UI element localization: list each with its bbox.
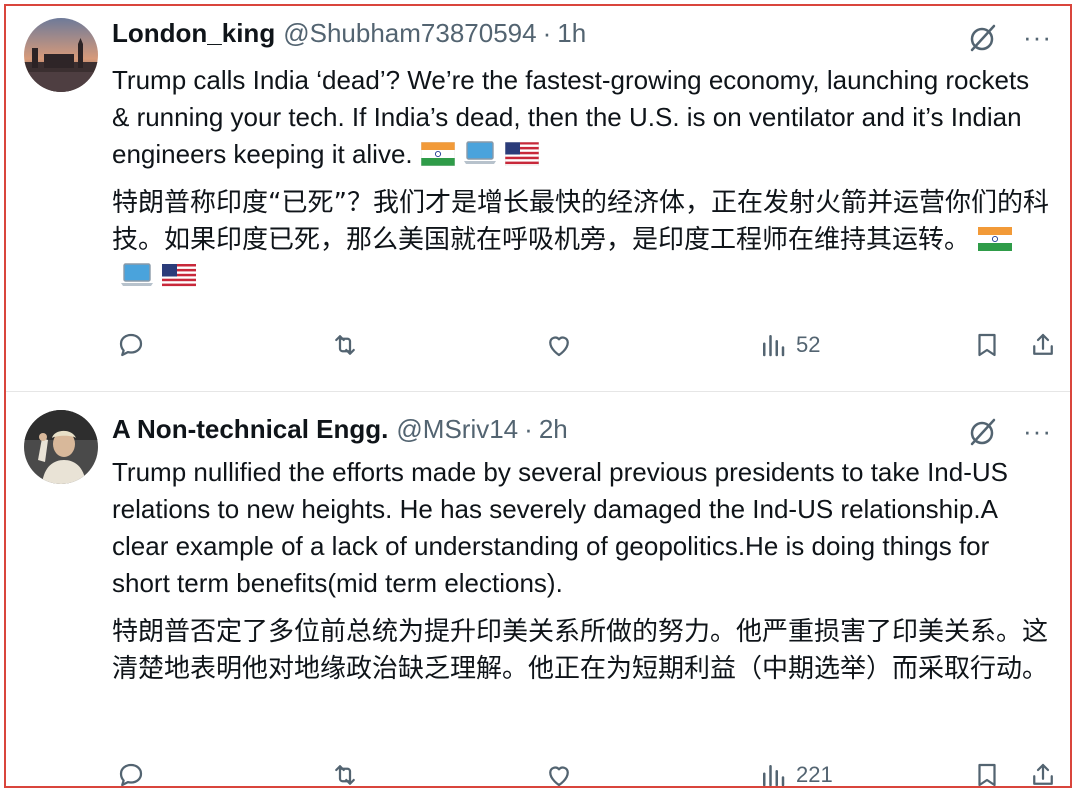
flag-us-icon (162, 264, 196, 288)
bookmark-button[interactable] (972, 330, 1002, 360)
heart-icon (549, 766, 569, 786)
user-handle[interactable]: @MSriv14 (396, 414, 518, 445)
reply-button[interactable] (116, 760, 146, 786)
tweet-body: Trump calls India ‘dead’? We’re the fast… (112, 62, 1052, 296)
like-button[interactable] (544, 760, 574, 786)
more-options-icon[interactable]: ··· (1023, 418, 1052, 444)
tweet-text-translated: 特朗普称印度“已死”？我们才是增长最快的经济体，正在发射火箭并运营你们的科技。如… (112, 188, 1049, 255)
display-name[interactable]: A Non-technical Engg. (112, 414, 388, 445)
tweet-text-english: Trump nullified the efforts made by seve… (112, 457, 1008, 598)
grok-icon[interactable] (966, 22, 998, 54)
bookmark-icon (978, 333, 996, 357)
tweet-header: London_king @Shubham73870594 · 1h (112, 18, 586, 54)
avatar[interactable] (24, 18, 98, 92)
heart-icon (549, 336, 569, 357)
grok-icon[interactable] (966, 416, 998, 448)
separator-dot: · (524, 414, 533, 444)
screenshot-frame: London_king @Shubham73870594 · 1h ··· Tr… (4, 4, 1072, 788)
share-icon (1033, 333, 1053, 355)
reply-icon (119, 333, 143, 357)
timestamp[interactable]: 1h (557, 18, 586, 49)
retweet-icon (335, 335, 355, 355)
tweet-text-chinese: 特朗普称印度“已死”？我们才是增长最快的经济体，正在发射火箭并运营你们的科技。如… (112, 185, 1052, 296)
tweet-2[interactable]: A Non-technical Engg. @MSriv14 · 2h ··· … (6, 394, 1070, 786)
tweet-actions: 52 (112, 330, 1056, 370)
tweet-divider (6, 391, 1070, 392)
reply-button[interactable] (116, 330, 146, 360)
laptop-icon (463, 141, 496, 164)
flag-india-icon (420, 142, 455, 166)
more-options-icon[interactable]: ··· (1023, 24, 1052, 50)
laptop-icon (121, 263, 153, 286)
share-button[interactable] (1028, 760, 1058, 786)
retweet-button[interactable] (330, 760, 360, 786)
avatar[interactable] (24, 410, 98, 484)
views-count: 52 (796, 332, 821, 357)
separator-dot: · (542, 18, 552, 48)
tweet-body: Trump nullified the efforts made by seve… (112, 454, 1052, 688)
user-handle[interactable]: @Shubham73870594 (283, 18, 536, 49)
tweet-text: Trump calls India ‘dead’? We’re the fast… (112, 65, 1030, 169)
flag-india-icon (978, 227, 1013, 251)
tweet-1[interactable]: London_king @Shubham73870594 · 1h ··· Tr… (6, 6, 1070, 390)
retweet-icon (335, 765, 355, 785)
share-button[interactable] (1028, 330, 1058, 360)
views-count: 221 (796, 762, 833, 787)
reply-icon (119, 763, 143, 786)
tweet-header: A Non-technical Engg. @MSriv14 · 2h (112, 414, 568, 450)
bookmark-icon (978, 763, 996, 786)
tweet-text-chinese: 特朗普否定了多位前总统为提升印美关系所做的努力。他严重损害了印美关系。这清楚地表… (112, 617, 1049, 684)
like-button[interactable] (544, 330, 574, 360)
tweet-text-english: Trump calls India ‘dead’? We’re the fast… (112, 62, 1052, 173)
retweet-button[interactable] (330, 330, 360, 360)
share-icon (1033, 763, 1053, 785)
views-button[interactable]: 52 (758, 330, 820, 360)
views-button[interactable]: 221 (758, 760, 833, 787)
bookmark-button[interactable] (972, 760, 1002, 786)
analytics-icon (763, 335, 785, 357)
analytics-icon (763, 765, 785, 786)
display-name[interactable]: London_king (112, 18, 275, 49)
timestamp[interactable]: 2h (539, 414, 568, 445)
tweet-actions: 221 (112, 760, 1058, 787)
flag-us-icon (504, 142, 539, 166)
